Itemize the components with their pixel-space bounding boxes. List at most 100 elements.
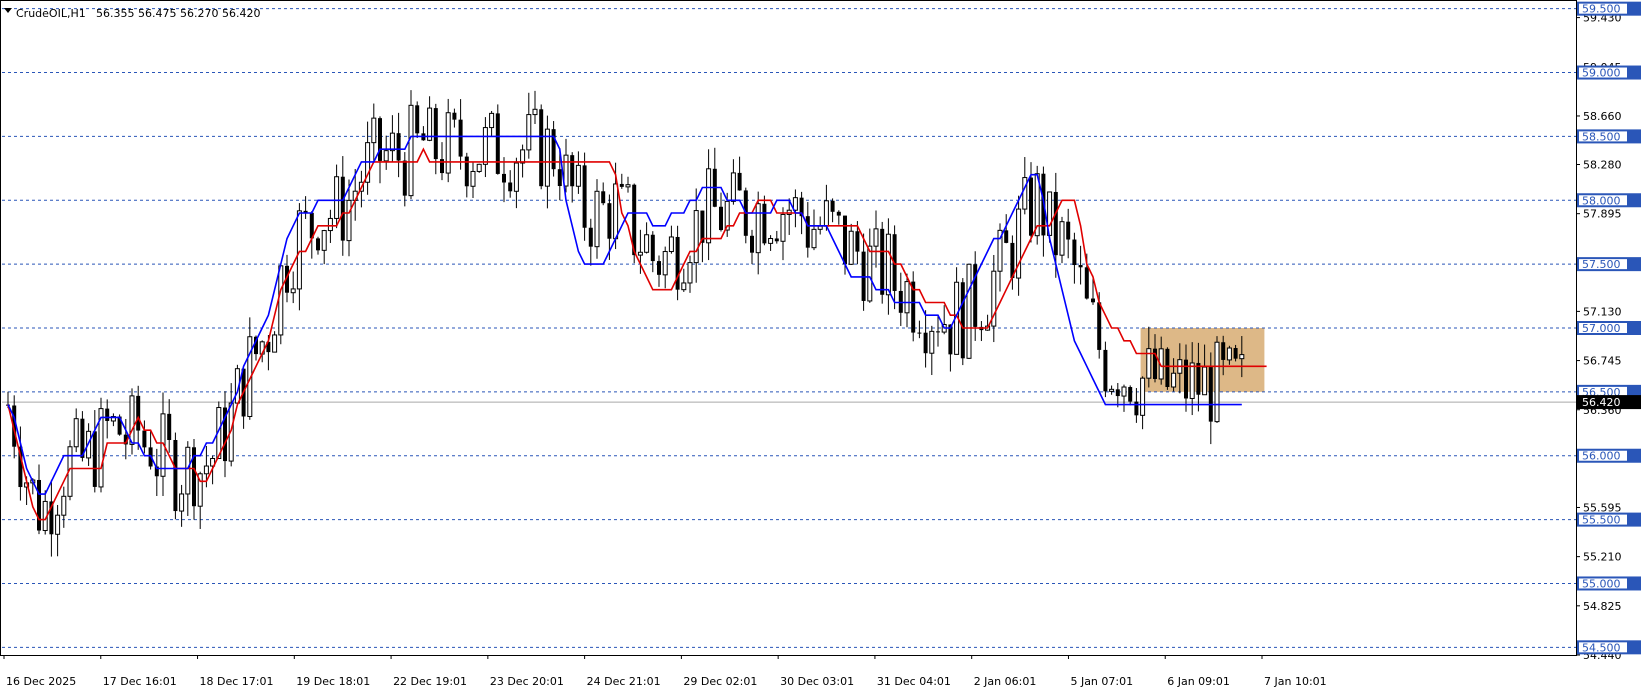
candle-body-bull	[129, 395, 135, 445]
price-tick-label: 58.280	[1583, 159, 1622, 172]
candle-body-bull	[408, 104, 414, 197]
price-tick-label: 55.595	[1583, 501, 1622, 514]
price-tick-label: 55.210	[1583, 551, 1622, 564]
price-axis: 59.43059.04558.66058.28057.89557.13056.7…	[1576, 1, 1641, 662]
candle-body-bear	[737, 172, 742, 191]
candle-body-bear	[830, 200, 835, 212]
candle-body-bear	[1196, 362, 1201, 395]
price-chart[interactable]: 59.43059.04558.66058.28057.89557.13056.7…	[0, 0, 1641, 695]
candle-body-bull	[482, 127, 488, 165]
candle-body-bear	[1004, 230, 1009, 243]
level-label: 54.500	[1582, 641, 1621, 654]
candle-body-bear	[1134, 401, 1139, 416]
candle-body-bear	[774, 238, 779, 242]
candle-body-bear	[1184, 359, 1188, 399]
candle-body-bull	[55, 514, 61, 535]
candle-body-bear	[452, 112, 457, 120]
candle-body-bull	[681, 282, 687, 291]
time-tick-label: 17 Dec 16:01	[103, 675, 177, 688]
candle-body-bull	[278, 265, 284, 336]
candle-body-bull	[1226, 347, 1232, 361]
candle-body-bull	[929, 330, 935, 354]
candle-body-bull	[526, 114, 532, 151]
time-tick-label: 19 Dec 18:01	[296, 675, 370, 688]
candle-body-bull	[296, 210, 302, 290]
candle-body-bear	[173, 440, 178, 512]
candle-body-bear	[1097, 302, 1102, 350]
level-label: 55.500	[1582, 514, 1621, 527]
level-label: 57.000	[1582, 322, 1621, 335]
candle-body-bear	[539, 109, 544, 187]
candle-body-bull	[321, 230, 327, 251]
candle-body-bear	[1084, 267, 1089, 299]
candle-body-bull	[272, 334, 278, 353]
level-label: 58.000	[1582, 194, 1621, 207]
time-tick-label: 6 Jan 09:01	[1167, 675, 1230, 688]
horizontal-level-layer	[2, 8, 1576, 648]
candle-body-bull	[644, 234, 650, 253]
candle-body-bear	[650, 234, 655, 262]
candle-body-bull	[768, 237, 774, 244]
level-label: 58.500	[1582, 130, 1621, 143]
time-tick-label: 5 Jan 07:01	[1070, 675, 1133, 688]
candle-body-bull	[1121, 386, 1127, 397]
candle-body-bear	[136, 395, 141, 431]
time-tick-label: 30 Dec 03:01	[780, 675, 854, 688]
triangle-down-icon[interactable]	[4, 8, 12, 13]
candle-body-bull	[904, 281, 910, 314]
candle-body-bull	[613, 183, 619, 240]
candle-body-bull	[1171, 372, 1177, 388]
candle-body-bear	[719, 206, 723, 231]
time-tick-label: 18 Dec 17:01	[200, 675, 274, 688]
candle-body-bull	[780, 213, 786, 242]
candle-body-bull	[290, 288, 296, 294]
candle-body-bear	[750, 235, 754, 253]
candle-body-bear	[1115, 389, 1120, 397]
candle-body-bear	[843, 215, 847, 265]
candle-body-bull	[730, 172, 736, 202]
candle-body-bull	[470, 170, 476, 187]
candle-body-bull	[706, 168, 712, 244]
candle-body-bear	[508, 182, 513, 192]
candle-body-bear	[762, 203, 767, 244]
candle-body-bear	[1221, 342, 1226, 360]
candle-body-bear	[378, 118, 382, 161]
candle-body-bull	[389, 132, 395, 152]
candle-body-bull	[1239, 354, 1245, 360]
candle-body-bull	[513, 162, 519, 192]
candle-body-bull	[383, 150, 389, 162]
candle-body-bull	[873, 228, 879, 247]
candle-body-bear	[1128, 387, 1133, 402]
candle-body-bear	[855, 231, 860, 252]
candle-body-bull	[1140, 377, 1146, 416]
candle-body-bear	[557, 169, 562, 187]
candle-body-bull	[73, 418, 79, 448]
candle-body-bear	[1103, 349, 1108, 392]
candle-body-bear	[495, 113, 500, 174]
candle-body-bear	[92, 431, 97, 487]
candle-body-bull	[1202, 366, 1208, 396]
candle-body-bull	[823, 200, 829, 227]
candle-body-bear	[433, 108, 438, 160]
time-tick-label: 24 Dec 21:01	[587, 675, 661, 688]
candle-body-bear	[1078, 265, 1083, 268]
candle-body-bear	[607, 203, 612, 239]
candle-body-bull	[489, 112, 495, 129]
candle-body-bear	[917, 332, 922, 334]
candle-body-bull	[203, 465, 209, 475]
candle-body-bull	[1022, 177, 1028, 210]
candle-body-bull	[867, 245, 873, 302]
candles-layer	[6, 90, 1245, 557]
candle-body-bear	[458, 119, 463, 157]
candle-body-bull	[563, 154, 569, 187]
level-label: 59.000	[1582, 67, 1621, 80]
candle-body-bear	[1165, 348, 1170, 388]
current-price-label: 56.420	[1582, 396, 1621, 409]
candle-body-bull	[662, 251, 668, 276]
candle-body-bear	[570, 155, 575, 187]
moving-average-ma_fast	[7, 147, 1267, 521]
candle-body-bear	[142, 430, 147, 448]
price-tick-label: 54.825	[1583, 600, 1622, 613]
time-tick-label: 7 Jan 10:01	[1264, 675, 1327, 688]
level-label: 55.000	[1582, 577, 1621, 590]
